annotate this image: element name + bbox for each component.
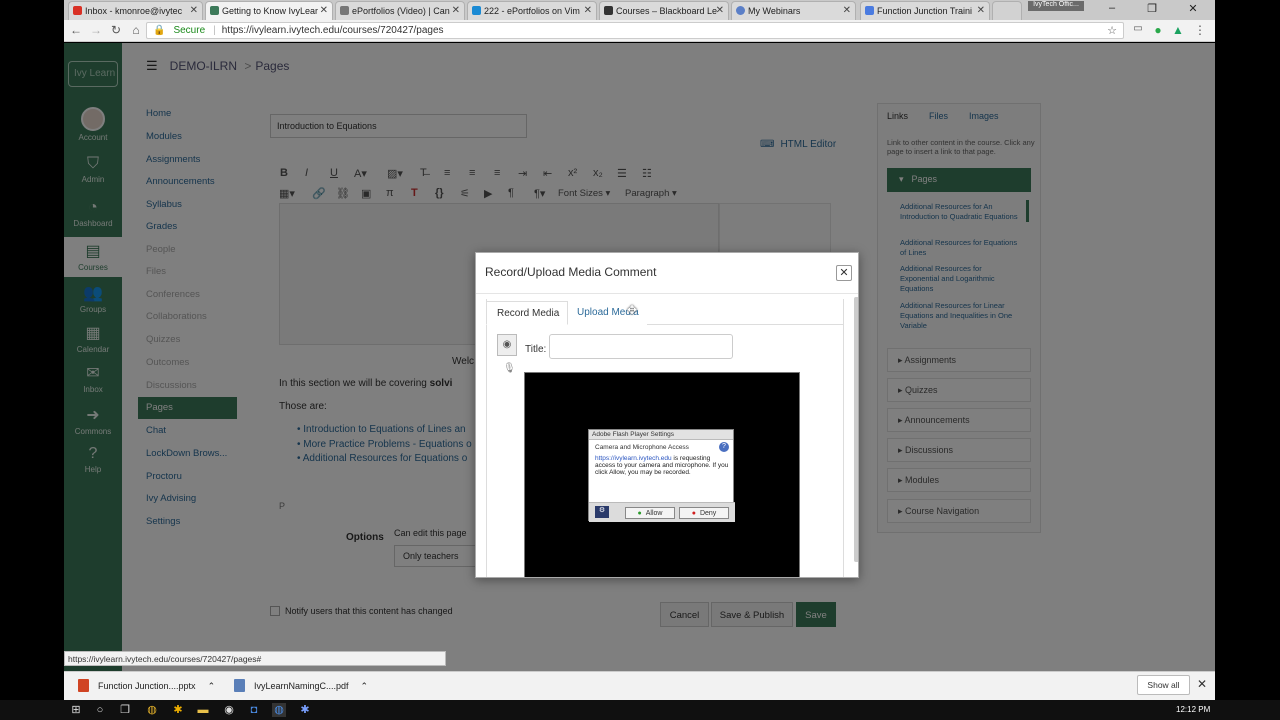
drive-icon — [865, 6, 874, 15]
windows-start-icon[interactable]: ⊞ — [69, 703, 83, 717]
evernote-extension-icon[interactable]: ● — [1150, 23, 1166, 37]
check-icon: ● — [637, 510, 642, 517]
blackboard-icon — [604, 6, 613, 15]
page-icon — [210, 6, 219, 15]
task-view-icon[interactable]: ❐ — [118, 703, 132, 717]
reload-icon[interactable]: ↻ — [108, 23, 124, 37]
file-explorer-icon[interactable]: ▬ — [196, 703, 210, 717]
cortana-icon[interactable]: ○ — [93, 703, 107, 717]
flash-settings-dialog: Adobe Flash Player Settings Camera and M… — [588, 429, 735, 522]
letterbox-left — [0, 0, 64, 700]
tab-label: 222 - ePortfolios on Vim — [484, 6, 580, 16]
download-item-pptx[interactable]: Function Junction....pptx ⌃ — [78, 679, 215, 692]
flash-dialog-header: Adobe Flash Player Settings — [589, 430, 733, 440]
close-tab-icon[interactable]: ✕ — [716, 5, 724, 16]
outlook-icon[interactable]: ◘ — [247, 703, 261, 717]
deny-button[interactable]: ● Deny — [679, 507, 729, 519]
vimeo-icon — [472, 6, 481, 15]
flash-dialog-message: https://ivylearn.ivytech.edu is requesti… — [595, 455, 729, 476]
menu-icon[interactable]: ⋮ — [1192, 23, 1208, 37]
media-player-icon[interactable]: ◉ — [222, 703, 236, 717]
browser-tab-function-junction[interactable]: Function Junction Traini ✕ — [860, 1, 990, 20]
gmail-icon — [73, 6, 82, 15]
close-tab-icon[interactable]: ✕ — [452, 5, 460, 16]
secure-label: Secure — [173, 25, 206, 36]
recorder-area: Adobe Flash Player Settings Camera and M… — [524, 372, 800, 577]
title-label: Title: — [525, 344, 547, 355]
browser-tab-strip: Inbox - kmonroe@ivytec ✕ Getting to Know … — [64, 0, 1215, 20]
home-icon[interactable]: ⌂ — [128, 23, 144, 37]
browser-tab-eportfolios-video[interactable]: ePortfolios (Video) | Can ✕ — [335, 1, 465, 20]
browser-tab-inbox[interactable]: Inbox - kmonroe@ivytec ✕ — [68, 1, 203, 20]
dialog-scrollbar[interactable] — [854, 297, 858, 562]
new-tab-button[interactable] — [992, 1, 1022, 20]
tab-record-media[interactable]: Record Media — [486, 301, 568, 325]
tab-label: Function Junction Traini — [877, 6, 973, 16]
address-bar[interactable]: 🔒 Secure | https://ivylearn.ivytech.edu/cou… — [146, 22, 1124, 39]
flash-dialog-footer: ⚙ ● Allow ● Deny — [589, 502, 735, 522]
browser-tab-getting-to-know[interactable]: Getting to Know IvyLear ✕ — [205, 1, 333, 20]
download-item-pdf[interactable]: IvyLearnNamingC....pdf ⌃ — [234, 679, 368, 692]
chrome-icon[interactable]: ◍ — [145, 703, 159, 717]
close-tab-icon[interactable]: ✕ — [584, 5, 592, 16]
url-text: https://ivylearn.ivytech.edu/courses/720… — [221, 25, 444, 36]
snip-tool-icon[interactable]: ✱ — [298, 703, 312, 717]
extension-icon[interactable]: ▭ — [1130, 23, 1146, 34]
screen: Inbox - kmonroe@ivytec ✕ Getting to Know … — [0, 0, 1280, 720]
forward-icon[interactable]: → — [88, 23, 104, 37]
downloads-bar: Function Junction....pptx ⌃ IvyLearnNamin… — [64, 671, 1215, 700]
app-icon[interactable]: ✱ — [171, 703, 185, 717]
windows-taskbar: ⊞ ○ ❐ ◍ ✱ ▬ ◉ ◘ ◍ ✱ 12:12 PM — [0, 700, 1280, 720]
close-downloads-icon[interactable]: ✕ — [1197, 677, 1207, 691]
letterbox-right — [1215, 0, 1280, 700]
dialog-title: Record/Upload Media Comment — [485, 265, 657, 279]
allow-button[interactable]: ● Allow — [625, 507, 675, 519]
chevron-up-icon[interactable]: ⌃ — [361, 681, 369, 691]
tab-label: Getting to Know IvyLear — [222, 6, 319, 16]
move-cursor-icon: ✥ — [627, 303, 638, 317]
tab-label: My Webinars — [748, 6, 801, 16]
tab-label: Courses – Blackboard Le — [616, 6, 718, 16]
close-tab-icon[interactable]: ✕ — [843, 5, 851, 16]
chevron-up-icon[interactable]: ⌃ — [208, 681, 216, 691]
pdf-icon — [234, 679, 245, 692]
tab-label: ePortfolios (Video) | Can — [352, 6, 450, 16]
flash-dialog-subheader: Camera and Microphone Access — [595, 444, 689, 451]
close-tab-icon[interactable]: ✕ — [320, 5, 328, 16]
flash-url: https://ivylearn.ivytech.edu — [595, 455, 672, 462]
lock-icon: 🔒 — [153, 25, 166, 36]
drive-extension-icon[interactable]: ▲ — [1170, 23, 1186, 37]
restore-icon[interactable]: ❐ — [1142, 2, 1162, 15]
close-tab-icon[interactable]: ✕ — [190, 5, 198, 16]
taskbar-clock: 12:12 PM — [1176, 705, 1211, 714]
browser-tab-blackboard[interactable]: Courses – Blackboard Le ✕ — [599, 1, 729, 20]
dialog-divider — [476, 293, 858, 294]
profile-label[interactable]: IvyTech Offic... — [1028, 1, 1084, 11]
show-all-button[interactable]: Show all — [1137, 675, 1190, 695]
webinar-icon — [736, 6, 745, 15]
document-icon — [340, 6, 349, 15]
bookmark-star-icon[interactable]: ☆ — [1107, 24, 1117, 37]
minimize-icon[interactable]: – — [1102, 2, 1122, 14]
back-icon[interactable]: ← — [68, 23, 84, 37]
media-comment-dialog: Record/Upload Media Comment ✕ Record Med… — [475, 252, 859, 578]
flash-settings-icon[interactable]: ⚙ — [595, 506, 609, 518]
tab-divider — [647, 324, 844, 325]
help-icon[interactable]: ? — [719, 442, 729, 452]
microphone-icon[interactable]: 🎙 — [503, 363, 516, 374]
title-input[interactable] — [549, 334, 733, 359]
address-toolbar: ← → ↻ ⌂ 🔒 Secure | https://ivylearn.ivytech… — [64, 20, 1215, 42]
camera-icon[interactable]: ◉ — [497, 334, 517, 356]
close-icon[interactable]: ✕ — [836, 265, 852, 281]
tab-label: Inbox - kmonroe@ivytec — [85, 6, 183, 16]
close-tab-icon[interactable]: ✕ — [977, 5, 985, 16]
chrome-active-icon[interactable]: ◍ — [272, 703, 286, 717]
browser-tab-webinars[interactable]: My Webinars ✕ — [731, 1, 856, 20]
status-url: https://ivylearn.ivytech.edu/courses/720… — [64, 651, 446, 666]
deny-icon: ● — [691, 510, 696, 517]
close-window-icon[interactable]: ✕ — [1183, 2, 1203, 15]
lms-page: Ivy Learn Account ⛉Admin ◔Dashboard ▤Cou… — [64, 43, 1215, 671]
powerpoint-icon — [78, 679, 89, 692]
browser-tab-vimeo[interactable]: 222 - ePortfolios on Vim ✕ — [467, 1, 597, 20]
